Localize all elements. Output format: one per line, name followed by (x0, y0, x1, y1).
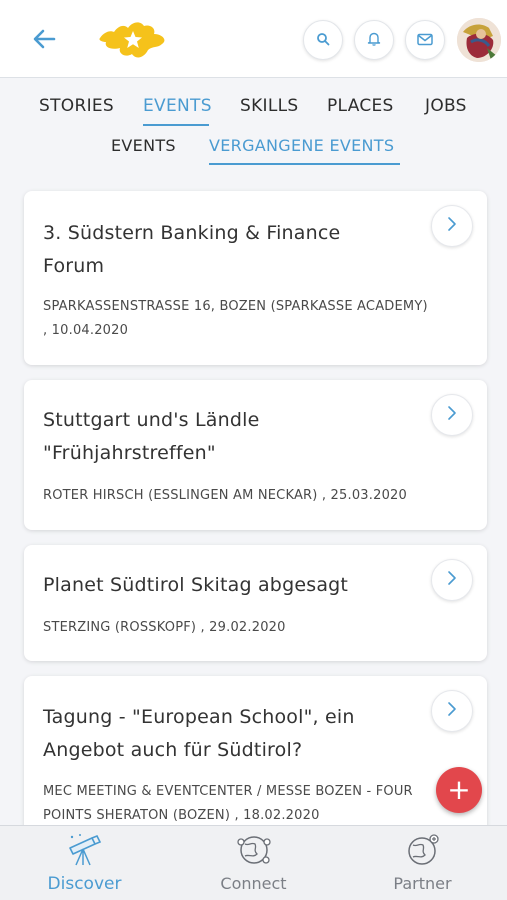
subtab-events[interactable]: EVENTS (111, 136, 176, 155)
event-title: Planet Südtirol Skitag abgesagt (43, 574, 349, 596)
bell-icon (367, 31, 381, 50)
nav-connect[interactable]: Connect (169, 826, 338, 900)
chevron-right-icon (446, 570, 458, 590)
nav-discover[interactable]: Discover (0, 826, 169, 900)
user-avatar-icon[interactable] (457, 18, 501, 62)
tab-skills[interactable]: SKILLS (240, 96, 299, 116)
event-title: Tagung - "European School", ein Angebot … (43, 706, 355, 761)
chevron-right-icon (446, 405, 458, 425)
open-event-button[interactable] (431, 205, 473, 247)
nav-label: Discover (47, 874, 122, 894)
event-card[interactable]: Stuttgart und's Ländle "Frühjahrstreffen… (24, 380, 487, 530)
nav-label: Connect (220, 874, 287, 893)
messages-button[interactable] (405, 20, 445, 60)
event-title: Stuttgart und's Ländle "Frühjahrstreffen… (43, 409, 260, 464)
bottom-navigation: Discover Connect Partner (0, 825, 507, 900)
open-event-button[interactable] (431, 394, 473, 436)
search-icon (316, 31, 330, 50)
primary-tabs: STORIES EVENTS SKILLS PLACES JOBS (0, 96, 507, 130)
mail-icon (417, 31, 433, 50)
globe-partner-icon (404, 832, 442, 868)
event-meta: SPARKASSENSTRASSE 16, BOZEN (SPARKASSE A… (43, 299, 428, 338)
globe-network-icon (235, 832, 273, 868)
chevron-right-icon (446, 216, 458, 236)
arrow-left-icon[interactable] (30, 24, 60, 54)
event-meta: MEC MEETING & EVENTCENTER / MESSE BOZEN … (43, 784, 413, 823)
telescope-icon (66, 832, 104, 868)
event-card[interactable]: 3. Südstern Banking & Finance Forum SPAR… (24, 191, 487, 365)
notifications-button[interactable] (354, 20, 394, 60)
star-map-logo-icon[interactable] (96, 18, 170, 62)
subtab-past-events-underline (209, 163, 400, 165)
event-meta: ROTER HIRSCH (ESSLINGEN AM NECKAR) , 25.… (43, 488, 407, 503)
tab-events[interactable]: EVENTS (143, 96, 212, 116)
tab-stories[interactable]: STORIES (39, 96, 114, 116)
chevron-right-icon (446, 701, 458, 721)
nav-partner[interactable]: Partner (338, 826, 507, 900)
search-button[interactable] (303, 20, 343, 60)
event-card[interactable]: Planet Südtirol Skitag abgesagt STERZING… (24, 545, 487, 661)
open-event-button[interactable] (431, 690, 473, 732)
tab-jobs[interactable]: JOBS (425, 96, 467, 116)
secondary-tabs: EVENTS VERGANGENE EVENTS (0, 136, 507, 170)
event-title: 3. Südstern Banking & Finance Forum (43, 222, 341, 277)
nav-label: Partner (393, 874, 452, 893)
open-event-button[interactable] (431, 559, 473, 601)
subtab-past-events[interactable]: VERGANGENE EVENTS (209, 136, 394, 155)
add-button[interactable]: + (436, 767, 482, 813)
tab-events-underline (143, 124, 209, 126)
event-card[interactable]: Tagung - "European School", ein Angebot … (24, 676, 487, 846)
top-bar (0, 0, 507, 78)
event-meta: STERZING (ROSSKOPF) , 29.02.2020 (43, 620, 286, 635)
tab-places[interactable]: PLACES (327, 96, 394, 116)
